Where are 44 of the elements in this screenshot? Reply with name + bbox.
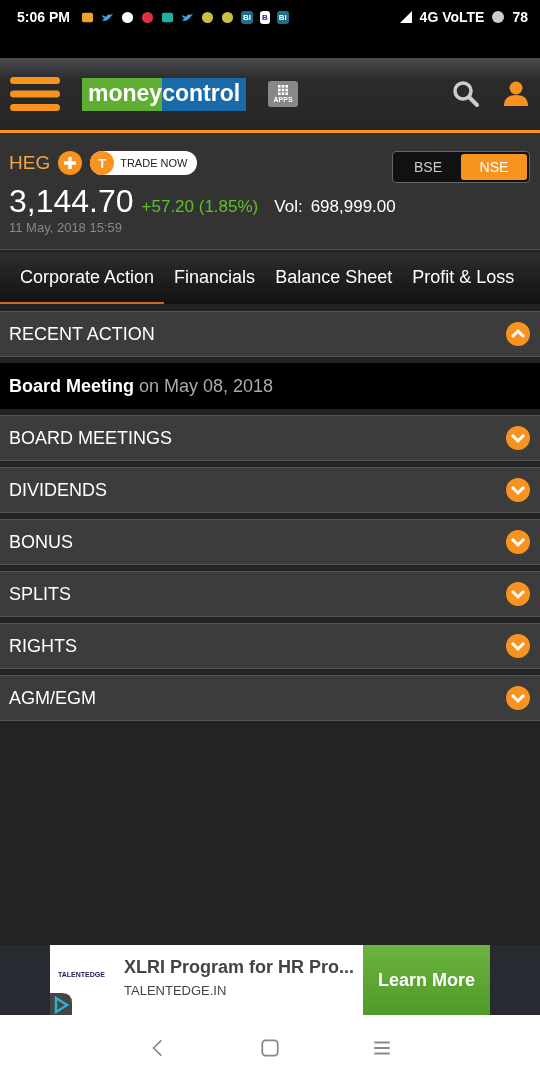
user-icon[interactable] bbox=[502, 80, 530, 108]
tab[interactable]: Balance Sheet bbox=[265, 252, 403, 304]
battery-level: 78 bbox=[512, 9, 528, 25]
status-time: 5:06 PM bbox=[17, 9, 70, 25]
tab[interactable]: Corporate Action bbox=[0, 252, 165, 304]
network-label: 4G VoLTE bbox=[419, 9, 485, 25]
tab[interactable]: Financials bbox=[164, 252, 266, 304]
battery-icon bbox=[491, 10, 506, 24]
ad-domain: TALENTEDGE.IN bbox=[124, 983, 228, 998]
section-header[interactable]: BOARD MEETINGS bbox=[0, 415, 540, 461]
notification-icon: BI bbox=[276, 10, 289, 24]
home-icon[interactable] bbox=[259, 1036, 281, 1059]
expand-icon[interactable] bbox=[506, 582, 530, 606]
collapse-icon[interactable] bbox=[506, 322, 530, 346]
stock-symbol: HEG bbox=[9, 152, 51, 174]
volume-value: 698,999.00 bbox=[310, 197, 396, 217]
grid-icon bbox=[277, 84, 290, 96]
expand-icon[interactable] bbox=[506, 530, 530, 554]
notification-icon: BI bbox=[240, 10, 253, 24]
stock-price: 3,144.70 bbox=[9, 183, 134, 220]
recent-action-entry: Board Meeting on May 08, 2018 bbox=[0, 363, 540, 409]
play-icon[interactable] bbox=[50, 993, 72, 1015]
section-header[interactable]: DIVIDENDS bbox=[0, 467, 540, 513]
menu-icon[interactable] bbox=[10, 76, 60, 112]
trade-now-button[interactable]: T TRADE NOW bbox=[90, 151, 198, 175]
notification-icon: B bbox=[259, 10, 270, 24]
timestamp: 11 May, 2018 15:59 bbox=[9, 220, 123, 235]
expand-icon[interactable] bbox=[506, 426, 530, 450]
volume-label: Vol: bbox=[274, 197, 303, 217]
section-header[interactable]: SPLITS bbox=[0, 571, 540, 617]
section-header[interactable]: RIGHTS bbox=[0, 623, 540, 669]
add-icon[interactable] bbox=[58, 151, 83, 175]
section-header[interactable]: AGM/EGM bbox=[0, 675, 540, 721]
expand-icon[interactable] bbox=[506, 634, 530, 658]
expand-icon[interactable] bbox=[506, 686, 530, 710]
expand-icon[interactable] bbox=[506, 478, 530, 502]
section-header[interactable]: BONUS bbox=[0, 519, 540, 565]
search-icon[interactable] bbox=[452, 80, 480, 108]
signal-icon bbox=[398, 10, 413, 24]
price-change: +57.20 (1.85%) bbox=[141, 197, 259, 217]
tab[interactable]: Profit & Loss bbox=[402, 252, 525, 304]
ad-headline: XLRI Program for HR Pro... bbox=[124, 957, 356, 978]
exchange-tab[interactable]: BSE bbox=[395, 154, 461, 180]
section-header[interactable]: RECENT ACTION bbox=[0, 311, 540, 357]
